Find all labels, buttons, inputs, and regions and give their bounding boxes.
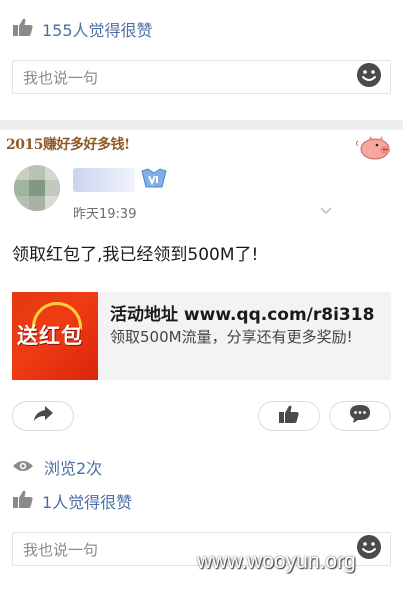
comment-placeholder: 我也说一句 (23, 540, 99, 559)
shared-link-thumbnail: 送红包 (12, 292, 98, 380)
chevron-down-icon[interactable] (319, 200, 333, 219)
comment-button[interactable] (329, 401, 391, 431)
thumbs-up-icon (278, 404, 300, 428)
avatar[interactable] (14, 165, 60, 211)
views-row: 浏览2次 (12, 455, 102, 479)
thumbs-up-icon (12, 489, 34, 513)
comment-placeholder: 我也说一句 (23, 68, 99, 87)
author-name-redacted[interactable] (73, 168, 135, 192)
previous-post-remnant (0, 0, 403, 8)
share-arrow-icon (32, 405, 54, 427)
share-button[interactable] (12, 401, 74, 431)
banner-text: 2015赚好多好多钱! (6, 137, 130, 153)
views-count: 浏览2次 (44, 459, 103, 478)
like-button[interactable] (258, 401, 320, 431)
post-timestamp: 昨天19:39 (73, 207, 137, 222)
post-like-count: 1人觉得很赞 (42, 493, 133, 512)
comment-bubble-icon (349, 404, 371, 428)
thumbnail-text: 送红包 (17, 324, 83, 348)
post-like-row[interactable]: 1人觉得很赞 (12, 489, 132, 513)
watermark: www.wooyun.org (197, 550, 356, 573)
smiley-icon[interactable] (356, 534, 382, 564)
vip-badge-icon (140, 168, 168, 194)
eye-icon (12, 458, 34, 477)
feed-separator (0, 120, 403, 130)
shared-link-title: 活动地址 www.qq.com/r8i318 (110, 305, 375, 325)
smiley-icon[interactable] (356, 62, 382, 92)
thumbs-up-icon (12, 17, 34, 41)
pig-icon (355, 134, 395, 164)
post-body-text: 领取红包了,我已经领到500M了! (12, 245, 259, 265)
prev-post-like-row[interactable]: 155人觉得很赞 (12, 17, 153, 41)
post-banner: 2015赚好多好多钱! (6, 134, 397, 160)
prev-post-comment-input[interactable]: 我也说一句 (12, 60, 391, 94)
shared-link-description: 领取500M流量，分享还有更多奖励! (110, 328, 353, 346)
prev-post-like-count: 155人觉得很赞 (42, 21, 153, 40)
shared-link-card[interactable]: 送红包 活动地址 www.qq.com/r8i318 领取500M流量，分享还有… (12, 292, 391, 380)
